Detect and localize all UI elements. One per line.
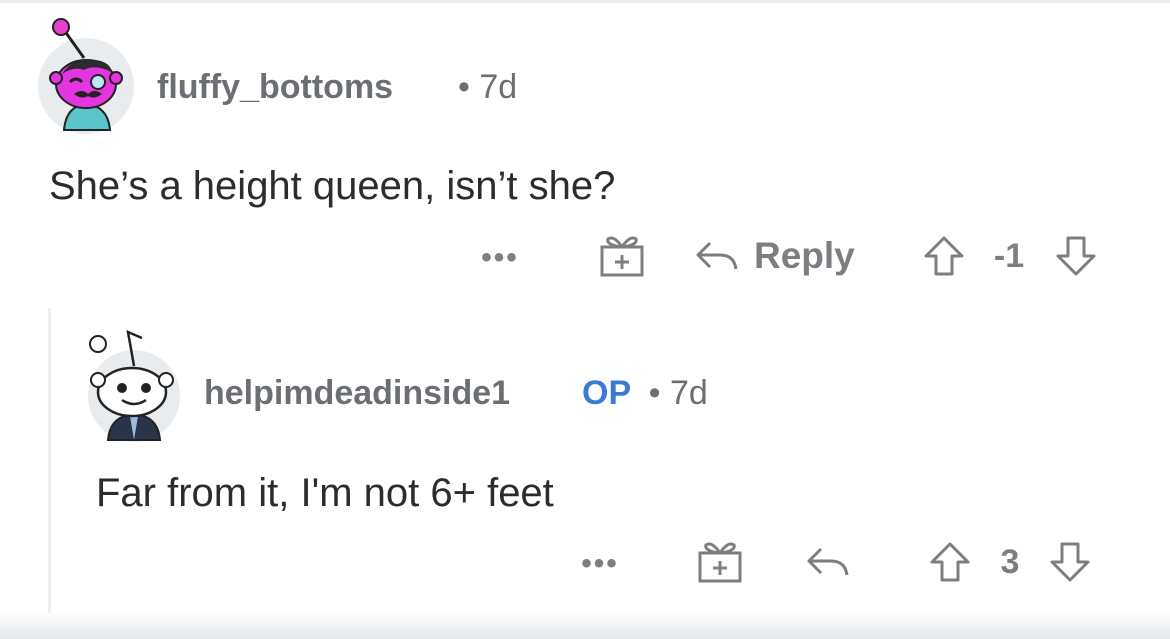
reply-button[interactable]: Reply <box>694 232 870 280</box>
comment-meta: • 7d <box>458 68 517 107</box>
user-avatar[interactable] <box>84 324 184 446</box>
comment-body: Far from it, I'm not 6+ feet <box>96 471 554 515</box>
bottom-edge <box>0 613 1170 639</box>
comment-username[interactable]: helpimdeadinside1 <box>204 374 510 413</box>
meta-separator: • <box>458 68 470 106</box>
comment-meta: OP • 7d <box>582 374 708 413</box>
reply-label: Reply <box>754 235 855 276</box>
upvote-button[interactable] <box>926 538 974 586</box>
comment-username[interactable]: fluffy_bottoms <box>157 68 393 107</box>
downvote-button[interactable] <box>1046 538 1094 586</box>
upvote-button[interactable] <box>920 232 968 280</box>
upvote-icon <box>924 236 964 276</box>
comment-body: She’s a height queen, isn’t she? <box>49 164 616 208</box>
thread-line[interactable] <box>48 308 51 614</box>
meta-separator: • <box>648 374 661 412</box>
upvote-icon <box>930 542 970 582</box>
more-options-button[interactable]: ••• <box>572 544 628 584</box>
more-icon: ••• <box>581 547 619 580</box>
more-options-button[interactable]: ••• <box>472 238 528 278</box>
gift-icon <box>600 236 644 277</box>
more-icon: ••• <box>481 241 519 274</box>
downvote-icon <box>1050 542 1090 582</box>
award-button[interactable] <box>694 538 746 586</box>
reply-icon <box>696 241 738 270</box>
comment-age: 7d <box>669 374 708 412</box>
award-button[interactable] <box>596 232 648 280</box>
reply-icon <box>807 547 849 576</box>
top-divider <box>0 0 1170 3</box>
user-avatar[interactable] <box>34 18 138 138</box>
downvote-icon <box>1056 236 1096 276</box>
gift-icon <box>698 542 742 583</box>
vote-score: -1 <box>993 236 1025 275</box>
vote-score: 3 <box>1000 542 1020 581</box>
op-badge: OP <box>582 374 632 412</box>
comment-age: 7d <box>479 68 518 106</box>
downvote-button[interactable] <box>1052 232 1100 280</box>
reply-button[interactable] <box>802 538 854 586</box>
